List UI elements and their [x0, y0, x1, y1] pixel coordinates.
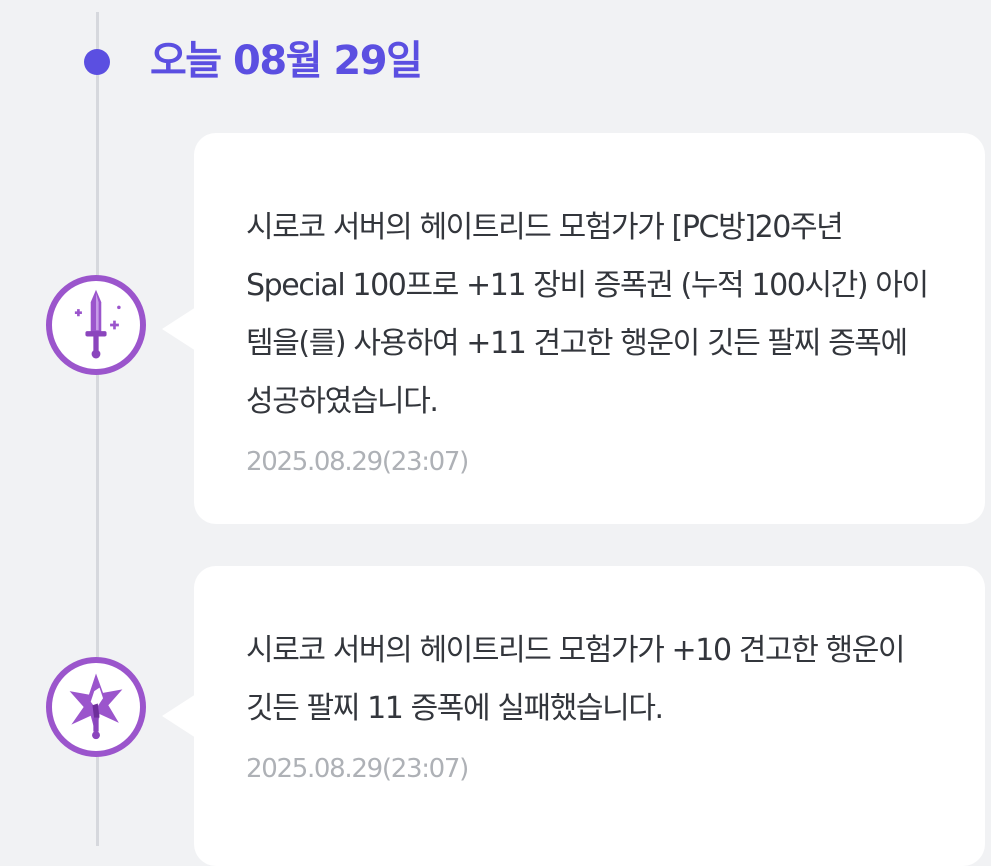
event-timestamp: 2025.08.29(23:07)	[246, 447, 469, 477]
event-message: 시로코 서버의 헤이트리드 모험가가 +10 견고한 행운이 깃든 팔찌 11 …	[246, 633, 906, 726]
date-marker-dot	[84, 49, 110, 75]
sparkle-sword-icon	[46, 275, 146, 375]
broken-sword-icon	[46, 657, 146, 757]
event-card[interactable]: 시로코 서버의 헤이트리드 모험가가 [PC방]20주년 Special 100…	[162, 133, 985, 524]
event-timestamp: 2025.08.29(23:07)	[246, 754, 469, 784]
date-heading: 오늘 08월 29일	[150, 38, 423, 84]
event-message: 시로코 서버의 헤이트리드 모험가가 [PC방]20주년 Special 100…	[246, 210, 929, 419]
event-card[interactable]: 시로코 서버의 헤이트리드 모험가가 +10 견고한 행운이 깃든 팔찌 11 …	[162, 566, 985, 866]
